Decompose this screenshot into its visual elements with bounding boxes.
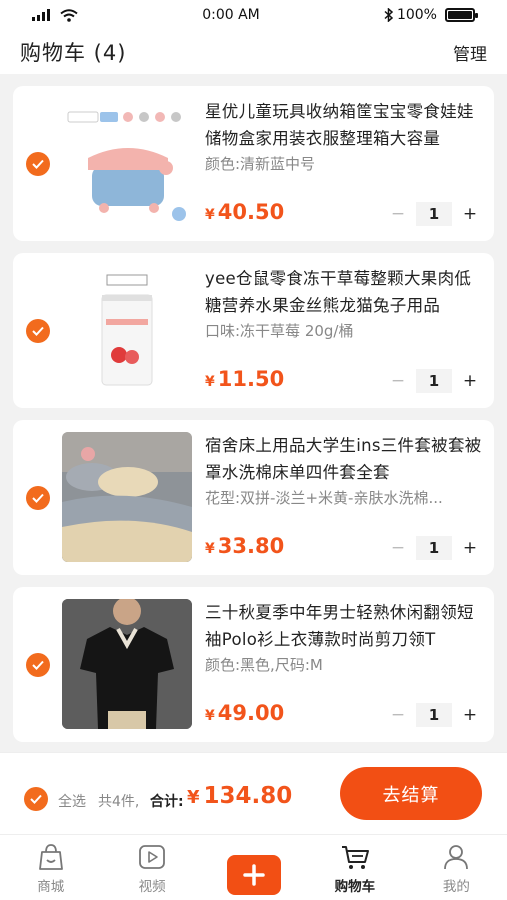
publish-button[interactable]: [226, 855, 281, 895]
product-title[interactable]: 宿舍床上用品大学生ins三件套被套被罩水洗棉床单四件套全套: [205, 432, 483, 486]
cart-item[interactable]: 宿舍床上用品大学生ins三件套被套被罩水洗棉床单四件套全套 花型:双拼-淡兰+米…: [13, 420, 494, 575]
quantity-stepper: − 1 +: [386, 703, 482, 727]
currency-symbol: ¥: [205, 541, 215, 557]
decrease-button[interactable]: −: [386, 536, 410, 560]
checkout-bar: 全选 共4件, 合计: ¥ 134.80 去结算: [0, 752, 507, 834]
select-all-label[interactable]: 全选: [58, 791, 86, 811]
product-spec[interactable]: 花型:双拼-淡兰+米黄-亲肤水洗棉...: [205, 487, 483, 508]
item-count: 共4件,: [98, 794, 140, 810]
price-amount: 49.00: [217, 701, 285, 725]
check-icon: [30, 794, 42, 804]
quantity-value[interactable]: 1: [416, 202, 452, 226]
price-amount: 40.50: [217, 200, 285, 224]
tab-shop[interactable]: 商城: [0, 835, 101, 900]
product-price: ¥ 11.50: [205, 367, 284, 391]
increase-button[interactable]: +: [458, 703, 482, 727]
status-right: 100%: [384, 7, 478, 23]
product-title[interactable]: 三十秋夏季中年男士轻熟休闲翻领短袖Polo衫上衣薄款时尚剪刀领T: [205, 599, 483, 653]
product-image-strawberry-can[interactable]: [62, 265, 192, 395]
tab-cart[interactable]: 购物车: [304, 835, 405, 900]
strawberry-can-image: [101, 274, 153, 386]
cart-icon: [341, 846, 369, 869]
tab-profile[interactable]: 我的: [406, 835, 507, 900]
total-amount: 134.80: [203, 783, 293, 809]
product-title[interactable]: 星优儿童玩具收纳箱筐宝宝零食娃娃储物盒家用装衣服整理箱大容量: [205, 98, 483, 152]
video-play-icon: [139, 845, 166, 869]
bluetooth-icon: [384, 8, 393, 22]
increase-button[interactable]: +: [458, 202, 482, 226]
increase-button[interactable]: +: [458, 369, 482, 393]
total-label: 合计:: [150, 794, 184, 810]
status-bar: 0:00 AM 100%: [0, 0, 507, 30]
currency-symbol: ¥: [187, 787, 200, 808]
product-price: ¥ 33.80: [205, 534, 284, 558]
cart-item[interactable]: yee仓鼠零食冻干草莓整颗大果肉低糖营养水果金丝熊龙猫兔子用品 口味:冻干草莓 …: [13, 253, 494, 408]
total-price: ¥ 134.80: [187, 783, 292, 809]
plus-icon: [242, 864, 265, 886]
cart-item[interactable]: 三十秋夏季中年男士轻熟休闲翻领短袖Polo衫上衣薄款时尚剪刀领T 颜色:黑色,尺…: [13, 587, 494, 742]
status-left: [32, 8, 78, 22]
product-spec[interactable]: 口味:冻干草莓 20g/桶: [205, 320, 483, 341]
polo-shirt-image: [62, 599, 192, 729]
user-icon: [444, 845, 469, 870]
manage-button[interactable]: 管理: [453, 40, 487, 65]
checkout-button[interactable]: 去结算: [340, 767, 482, 820]
quantity-stepper: − 1 +: [386, 536, 482, 560]
product-price: ¥ 40.50: [205, 200, 284, 224]
check-icon: [32, 159, 44, 169]
tab-publish[interactable]: [203, 835, 304, 900]
currency-symbol: ¥: [205, 708, 215, 724]
cart-item[interactable]: 星优儿童玩具收纳箱筐宝宝零食娃娃储物盒家用装衣服整理箱大容量 颜色:清新蓝中号 …: [13, 86, 494, 241]
product-spec[interactable]: 颜色:清新蓝中号: [205, 153, 483, 174]
item-checkbox[interactable]: [26, 486, 50, 510]
tab-label: 购物车: [334, 879, 376, 895]
increase-button[interactable]: +: [458, 536, 482, 560]
battery-percent: 100%: [396, 7, 437, 23]
select-all-checkbox[interactable]: [24, 787, 48, 811]
product-image-bedding[interactable]: [62, 432, 192, 562]
status-time: 0:00 AM: [202, 7, 260, 23]
decrease-button[interactable]: −: [386, 202, 410, 226]
tab-video[interactable]: 视频: [101, 835, 202, 900]
tab-label: 我的: [442, 879, 470, 895]
check-icon: [32, 326, 44, 336]
product-title[interactable]: yee仓鼠零食冻干草莓整颗大果肉低糖营养水果金丝熊龙猫兔子用品: [205, 265, 483, 319]
decrease-button[interactable]: −: [386, 703, 410, 727]
item-checkbox[interactable]: [26, 653, 50, 677]
quantity-stepper: − 1 +: [386, 202, 482, 226]
quantity-value[interactable]: 1: [416, 536, 452, 560]
quantity-stepper: − 1 +: [386, 369, 482, 393]
page-title: 购物车 (4): [20, 41, 127, 65]
decrease-button[interactable]: −: [386, 369, 410, 393]
product-spec[interactable]: 颜色:黑色,尺码:M: [205, 654, 483, 675]
item-checkbox[interactable]: [26, 319, 50, 343]
price-amount: 11.50: [217, 367, 285, 391]
shop-bag-icon: [38, 844, 63, 870]
product-price: ¥ 49.00: [205, 701, 284, 725]
tab-label: 商城: [37, 879, 65, 895]
quantity-value[interactable]: 1: [416, 703, 452, 727]
wifi-icon: [60, 8, 78, 22]
check-icon: [32, 660, 44, 670]
currency-symbol: ¥: [205, 374, 215, 390]
check-icon: [32, 493, 44, 503]
bedding-image: [62, 432, 192, 562]
quantity-value[interactable]: 1: [416, 369, 452, 393]
storage-box-image: [67, 111, 186, 221]
product-image-polo-shirt[interactable]: [62, 599, 192, 729]
product-image-storage-box[interactable]: [62, 98, 192, 228]
signal-icon: [32, 9, 50, 21]
currency-symbol: ¥: [205, 207, 215, 223]
header: 购物车 (4) 管理: [0, 30, 507, 74]
tab-bar: 商城 视频 购物车 我的: [0, 834, 507, 900]
item-checkbox[interactable]: [26, 152, 50, 176]
battery-icon: [444, 8, 478, 22]
price-amount: 33.80: [217, 534, 285, 558]
tab-label: 视频: [138, 879, 166, 895]
